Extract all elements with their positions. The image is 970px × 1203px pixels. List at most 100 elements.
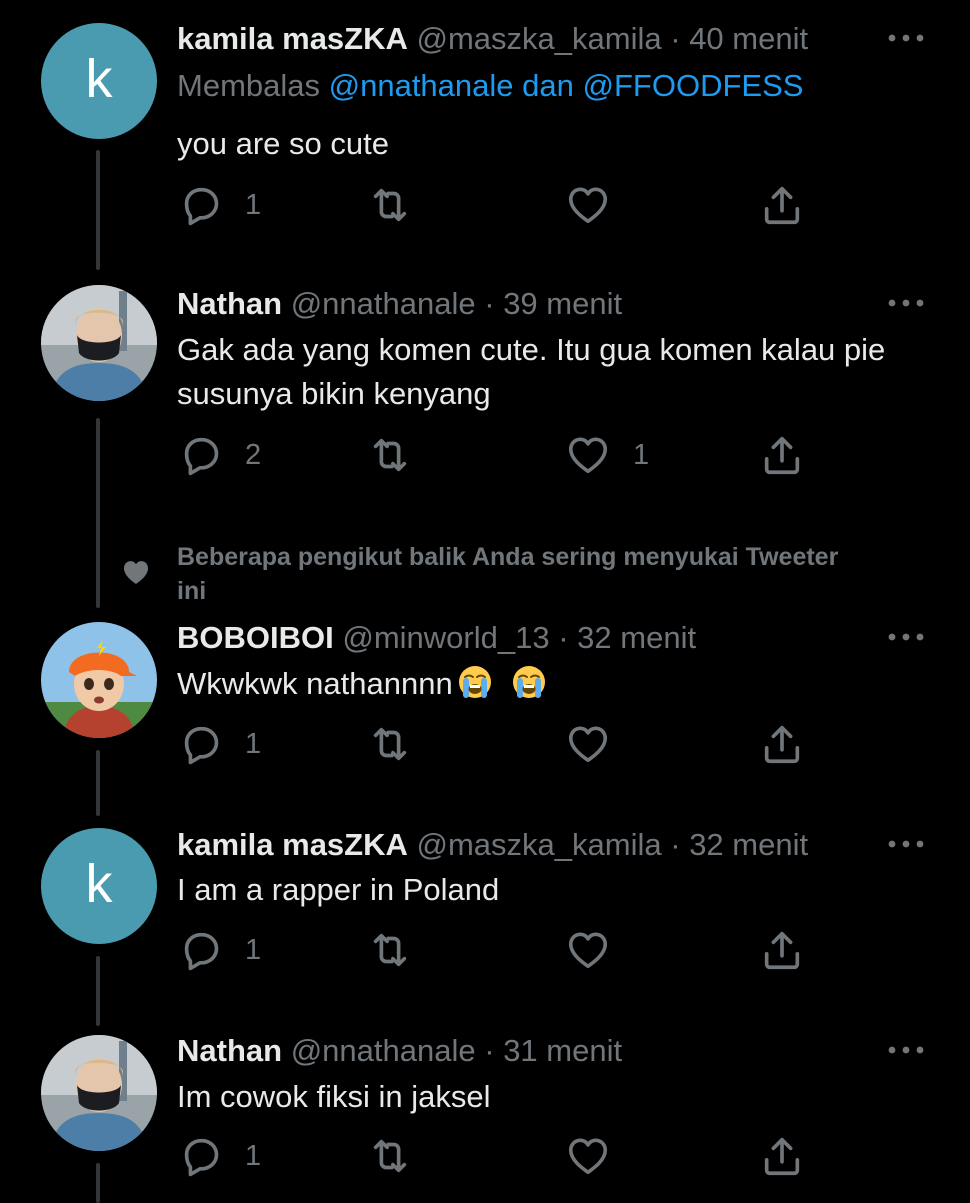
user-handle[interactable]: @maszka_kamila <box>417 827 662 862</box>
avatar-photo <box>41 285 157 401</box>
reply-count: 1 <box>245 727 262 760</box>
heart-icon <box>565 182 611 228</box>
like-button[interactable] <box>565 928 633 972</box>
timestamp[interactable]: 39 menit <box>503 286 622 321</box>
heart-icon <box>565 432 611 478</box>
avatar-photo <box>41 622 157 738</box>
loudly-crying-face-emoji <box>511 664 547 700</box>
tweet-text-container: Wkwkwk nathannnn <box>177 662 937 706</box>
mention-link[interactable]: @FFOODFESS <box>583 68 804 103</box>
retweet-icon <box>367 1133 413 1179</box>
retweet-icon <box>367 432 413 478</box>
share-icon <box>759 721 805 767</box>
more-icon[interactable] <box>886 838 926 850</box>
tweet-header: BOBOIBOI @minworld_13 · 32 menit <box>177 618 696 658</box>
tweet-actions: 2 1 <box>177 433 817 477</box>
user-handle[interactable]: @maszka_kamila <box>417 21 662 56</box>
reply-button[interactable]: 1 <box>177 183 261 227</box>
share-icon <box>759 182 805 228</box>
separator: · <box>558 620 569 655</box>
display-name[interactable]: Nathan <box>177 1033 282 1068</box>
more-icon[interactable] <box>886 32 926 44</box>
like-button[interactable] <box>565 722 633 766</box>
display-name[interactable]: BOBOIBOI <box>177 620 334 655</box>
timestamp[interactable]: 32 menit <box>689 827 808 862</box>
reply-count: 2 <box>245 438 262 471</box>
tweet-header: kamila masZKA @maszka_kamila · 40 menit <box>177 19 808 59</box>
share-button[interactable] <box>759 1134 805 1178</box>
tweet-5[interactable]: Nathan @nnathanale · 31 menit Im cowok f… <box>0 1020 970 1203</box>
separator: · <box>670 827 681 862</box>
timestamp[interactable]: 32 menit <box>577 620 696 655</box>
retweet-button[interactable] <box>367 1134 435 1178</box>
user-handle[interactable]: @minworld_13 <box>342 620 549 655</box>
social-context: Beberapa pengikut balik Anda sering meny… <box>177 543 839 605</box>
retweet-button[interactable] <box>367 928 435 972</box>
tweet-text: Gak ada yang komen cute. Itu gua komen k… <box>177 332 886 411</box>
share-button[interactable] <box>759 433 805 477</box>
tweet-actions: 1 <box>177 183 817 227</box>
reply-button[interactable]: 1 <box>177 1134 261 1178</box>
like-button[interactable] <box>565 183 633 227</box>
reply-icon <box>177 927 223 973</box>
user-handle[interactable]: @nnathanale <box>291 1033 476 1068</box>
display-name[interactable]: Nathan <box>177 286 282 321</box>
heart-icon <box>565 1133 611 1179</box>
thread-line <box>96 956 100 1026</box>
more-icon[interactable] <box>886 297 926 309</box>
tweet-header: kamila masZKA @maszka_kamila · 32 menit <box>177 825 808 865</box>
timestamp[interactable]: 31 menit <box>503 1033 622 1068</box>
reply-icon <box>177 721 223 767</box>
avatar[interactable] <box>41 622 157 738</box>
avatar[interactable]: k <box>41 828 157 944</box>
display-name[interactable]: kamila masZKA <box>177 827 408 862</box>
tweet-text: Wkwkwk nathannnn <box>177 666 453 701</box>
tweet-header: Nathan @nnathanale · 39 menit <box>177 284 622 324</box>
share-icon <box>759 432 805 478</box>
more-icon[interactable] <box>886 1044 926 1056</box>
mention-link[interactable]: @nnathanale <box>329 68 514 103</box>
retweet-button[interactable] <box>367 183 435 227</box>
tweet-actions: 1 <box>177 928 817 972</box>
timestamp[interactable]: 40 menit <box>689 21 808 56</box>
retweet-button[interactable] <box>367 433 435 477</box>
like-button[interactable]: 1 <box>565 433 649 477</box>
heart-icon <box>565 927 611 973</box>
share-button[interactable] <box>759 722 805 766</box>
reply-button[interactable]: 1 <box>177 722 261 766</box>
share-button[interactable] <box>759 183 805 227</box>
tweet-text: I am a rapper in Poland <box>177 872 500 907</box>
reply-count: 1 <box>245 933 262 966</box>
avatar-photo <box>41 1035 157 1151</box>
thread-line <box>96 750 100 816</box>
heart-icon <box>565 721 611 767</box>
tweet-actions: 1 <box>177 1134 817 1178</box>
like-button[interactable] <box>565 1134 633 1178</box>
reply-count: 1 <box>245 1139 262 1172</box>
tweet-4[interactable]: k kamila masZKA @maszka_kamila · 32 meni… <box>0 810 970 1026</box>
replying-to-label: Membalas <box>177 68 320 103</box>
reply-button[interactable]: 1 <box>177 928 261 972</box>
thread-line <box>96 1163 100 1203</box>
separator: · <box>670 21 681 56</box>
user-handle[interactable]: @nnathanale <box>291 286 476 321</box>
reply-button[interactable]: 2 <box>177 433 261 477</box>
avatar[interactable]: k <box>41 23 157 139</box>
like-count: 1 <box>633 438 650 471</box>
tweet-header: Nathan @nnathanale · 31 menit <box>177 1031 622 1071</box>
reply-icon <box>177 182 223 228</box>
separator: · <box>484 1033 495 1068</box>
display-name[interactable]: kamila masZKA <box>177 21 408 56</box>
tweet-1[interactable]: k kamila masZKA @maszka_kamila · 40 meni… <box>0 0 970 290</box>
tweet-2[interactable]: Nathan @nnathanale · 39 menit Gak ada ya… <box>0 270 970 608</box>
retweet-button[interactable] <box>367 722 435 766</box>
avatar[interactable] <box>41 285 157 401</box>
avatar[interactable] <box>41 1035 157 1151</box>
heart-icon <box>124 561 148 584</box>
more-icon[interactable] <box>886 631 926 643</box>
tweet-actions: 1 <box>177 722 817 766</box>
separator: · <box>484 286 495 321</box>
thread-line <box>96 150 100 270</box>
share-button[interactable] <box>759 928 805 972</box>
tweet-3[interactable]: Beberapa pengikut balik Anda sering meny… <box>0 530 970 816</box>
